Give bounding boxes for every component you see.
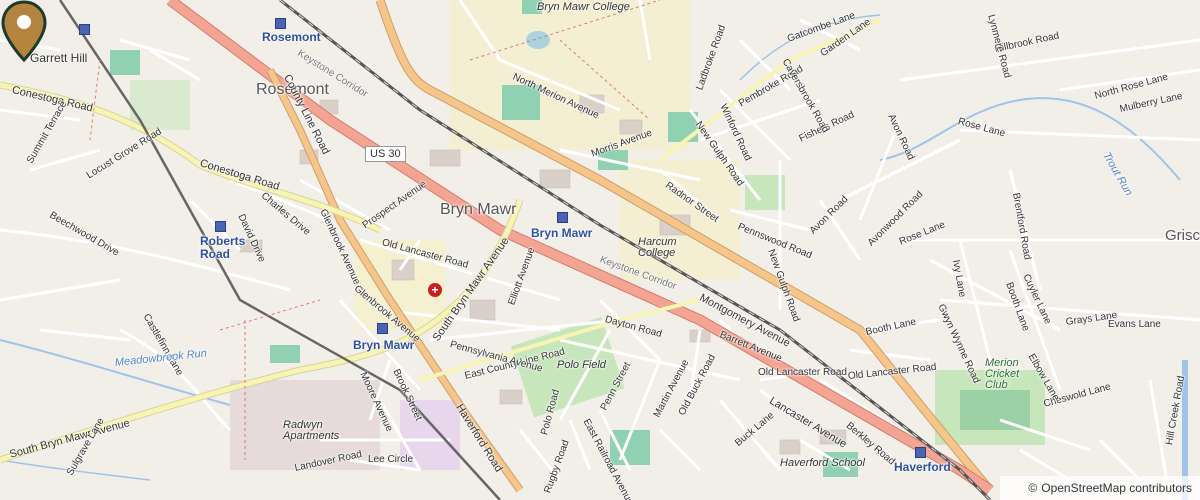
openstreetmap-attribution-link[interactable]: OpenStreetMap contributors [1041, 481, 1192, 495]
park-label-polo-field: Polo Field [557, 359, 606, 371]
place-label-radwyn-apartments: Radwyn Apartments [283, 419, 340, 442]
map-view[interactable]: Bryn Mawr Rosemont Garrett Hill Bryn Maw… [0, 0, 1200, 500]
train-station-icon [557, 212, 568, 223]
station-label-bryn-mawr[interactable]: Bryn Mawr [531, 227, 592, 239]
train-station-icon [377, 323, 388, 334]
map-attribution: © OpenStreetMap contributors [1000, 476, 1200, 500]
hospital-icon[interactable]: + [428, 283, 442, 297]
road-label-lee-circle: Lee Circle [368, 454, 414, 465]
train-station-icon [79, 24, 90, 35]
campus-label-bryn-mawr-college: Bryn Mawr College [537, 1, 630, 13]
station-label-rosemont[interactable]: Rosemont [262, 31, 321, 43]
copyright-symbol: © [1028, 481, 1038, 495]
road-label-evans-lane: Evans Lane [1108, 319, 1161, 330]
train-station-icon [275, 18, 286, 29]
station-label-bryn-mawr-2[interactable]: Bryn Mawr [353, 339, 414, 351]
road-label-old-lancaster-road-2: Old Lancaster Road [758, 367, 847, 378]
station-label-roberts-road[interactable]: Roberts Road [200, 234, 245, 261]
campus-label-haverford-school: Haverford School [780, 457, 865, 469]
campus-label-harcum-college: Harcum College [638, 236, 677, 259]
map-pin-center-icon [17, 15, 31, 29]
train-station-icon [215, 221, 226, 232]
route-shield-us30: US 30 [365, 146, 406, 162]
train-station-icon [915, 447, 926, 458]
map-pin-marker[interactable] [0, 0, 48, 64]
place-label-grisco: Grisco [1165, 227, 1200, 244]
station-label-haverford[interactable]: Haverford [894, 461, 951, 473]
place-label-bryn-mawr: Bryn Mawr [440, 201, 517, 218]
